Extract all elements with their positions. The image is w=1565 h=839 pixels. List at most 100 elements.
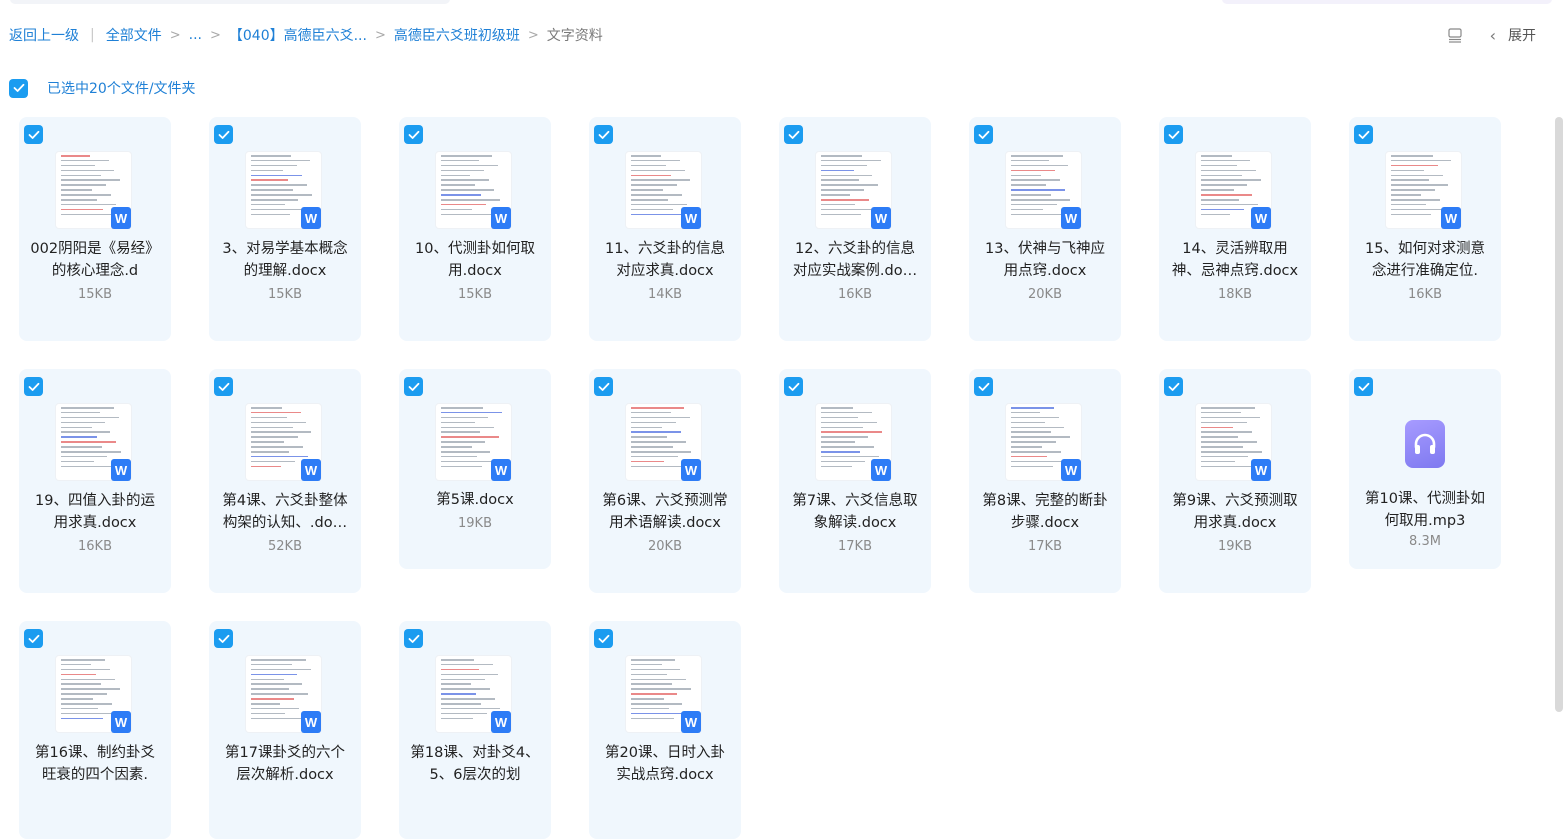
- file-card[interactable]: W 第16课、制约卦爻旺衰的四个因素.: [19, 621, 171, 839]
- file-checkbox[interactable]: [1354, 377, 1373, 396]
- word-doc-icon: W: [301, 711, 321, 733]
- breadcrumb-level1[interactable]: 【040】高德臣六爻...: [229, 25, 367, 45]
- check-icon: [28, 382, 39, 391]
- file-checkbox[interactable]: [594, 629, 613, 648]
- file-checkbox[interactable]: [974, 377, 993, 396]
- file-card[interactable]: W 10、代测卦如何取用.docx 15KB: [399, 117, 551, 341]
- expand-button[interactable]: 展开: [1508, 25, 1536, 45]
- back-link[interactable]: 返回上一级: [9, 25, 79, 45]
- view-toolbar: ‹ 展开: [1446, 24, 1536, 46]
- check-icon: [1358, 130, 1369, 139]
- file-checkbox[interactable]: [1164, 125, 1183, 144]
- file-checkbox[interactable]: [24, 125, 43, 144]
- file-card[interactable]: W 12、六爻卦的信息对应实战案例.do… 16KB: [779, 117, 931, 341]
- file-name: 第16课、制约卦爻旺衰的四个因素.: [35, 745, 155, 783]
- word-doc-icon: W: [681, 459, 701, 481]
- file-card[interactable]: W 14、灵活辨取用神、忌神点窍.docx 18KB: [1159, 117, 1311, 341]
- file-name: 19、四值入卦的运用求真.docx: [35, 493, 155, 531]
- check-icon: [1168, 130, 1179, 139]
- file-name: 第20课、日时入卦实战点窍.docx: [605, 745, 725, 783]
- file-card[interactable]: W 第18课、对卦爻4、5、6层次的划: [399, 621, 551, 839]
- file-card[interactable]: W 11、六爻卦的信息对应求真.docx 14KB: [589, 117, 741, 341]
- file-size: 52KB: [268, 539, 302, 554]
- file-card[interactable]: W 第17课卦爻的六个层次解析.docx: [209, 621, 361, 839]
- file-checkbox[interactable]: [594, 377, 613, 396]
- breadcrumb-divider: |: [90, 27, 95, 43]
- file-card[interactable]: W 第9课、六爻预测取用求真.docx 19KB: [1159, 369, 1311, 593]
- file-checkbox[interactable]: [1354, 125, 1373, 144]
- word-doc-icon: W: [111, 207, 131, 229]
- word-doc-icon: W: [491, 711, 511, 733]
- select-all-bar: 已选中20个文件/文件夹: [9, 78, 196, 98]
- file-name: 第10课、代测卦如何取用.mp3: [1365, 491, 1485, 529]
- file-card[interactable]: W 15、如何对求测意念进行准确定位. 16KB: [1349, 117, 1501, 341]
- check-icon: [598, 130, 609, 139]
- file-checkbox[interactable]: [974, 125, 993, 144]
- file-size: 17KB: [838, 539, 872, 554]
- file-card[interactable]: W 第6课、六爻预测常用术语解读.docx 20KB: [589, 369, 741, 593]
- file-card[interactable]: 第10课、代测卦如何取用.mp3 8.3M: [1349, 369, 1501, 569]
- word-doc-icon: W: [1251, 459, 1271, 481]
- word-doc-icon: W: [871, 459, 891, 481]
- selection-count-label: 已选中20个文件/文件夹: [47, 81, 196, 97]
- check-icon: [1358, 382, 1369, 391]
- breadcrumb: 返回上一级 | 全部文件 > ... > 【040】高德臣六爻... > 高德臣…: [9, 25, 603, 45]
- scrollbar[interactable]: [1555, 117, 1563, 712]
- file-card[interactable]: W 第8课、完整的断卦步骤.docx 17KB: [969, 369, 1121, 593]
- file-size: 16KB: [1408, 287, 1442, 302]
- file-card[interactable]: W 第5课.docx 19KB: [399, 369, 551, 569]
- file-checkbox[interactable]: [1164, 377, 1183, 396]
- file-checkbox[interactable]: [214, 125, 233, 144]
- word-doc-icon: W: [681, 711, 701, 733]
- check-icon: [788, 130, 799, 139]
- file-checkbox[interactable]: [594, 125, 613, 144]
- word-doc-icon: W: [1061, 459, 1081, 481]
- file-card[interactable]: W 第20课、日时入卦实战点窍.docx: [589, 621, 741, 839]
- file-size: 18KB: [1218, 287, 1252, 302]
- chevron-left-icon[interactable]: ‹: [1490, 26, 1496, 45]
- file-checkbox[interactable]: [404, 629, 423, 648]
- check-icon: [598, 634, 609, 643]
- file-name: 15、如何对求测意念进行准确定位.: [1365, 241, 1485, 279]
- file-name: 002阴阳是《易经》的核心理念.d: [30, 241, 160, 279]
- file-name: 13、伏神与飞神应用点窍.docx: [985, 241, 1105, 279]
- select-all-checkbox[interactable]: [9, 78, 28, 98]
- file-name: 第9课、六爻预测取用求真.docx: [1172, 493, 1298, 531]
- word-doc-icon: W: [491, 207, 511, 229]
- file-card[interactable]: W 13、伏神与飞神应用点窍.docx 20KB: [969, 117, 1121, 341]
- file-checkbox[interactable]: [24, 377, 43, 396]
- word-doc-icon: W: [1441, 207, 1461, 229]
- file-checkbox[interactable]: [404, 125, 423, 144]
- file-checkbox[interactable]: [214, 629, 233, 648]
- file-name: 第6课、六爻预测常用术语解读.docx: [602, 493, 728, 531]
- word-doc-icon: W: [301, 207, 321, 229]
- file-checkbox[interactable]: [784, 125, 803, 144]
- file-card[interactable]: W 第7课、六爻信息取象解读.docx 17KB: [779, 369, 931, 593]
- file-checkbox[interactable]: [24, 629, 43, 648]
- word-doc-icon: W: [491, 459, 511, 481]
- file-checkbox[interactable]: [404, 377, 423, 396]
- file-card[interactable]: W 19、四值入卦的运用求真.docx 16KB: [19, 369, 171, 593]
- list-layout-icon[interactable]: [1446, 26, 1464, 44]
- file-card[interactable]: W 第4课、六爻卦整体构架的认知、.do… 52KB: [209, 369, 361, 593]
- check-icon: [408, 382, 419, 391]
- file-checkbox[interactable]: [784, 377, 803, 396]
- file-card[interactable]: W 3、对易学基本概念的理解.docx 15KB: [209, 117, 361, 341]
- top-panel-edge-right: [1222, 0, 1552, 4]
- check-icon: [408, 130, 419, 139]
- check-icon: [28, 634, 39, 643]
- breadcrumb-ellipsis[interactable]: ...: [189, 27, 202, 43]
- breadcrumb-all-files[interactable]: 全部文件: [106, 25, 162, 45]
- file-size: 20KB: [1028, 287, 1062, 302]
- file-card[interactable]: W 002阴阳是《易经》的核心理念.d 15KB: [19, 117, 171, 341]
- breadcrumb-separator-icon: >: [527, 27, 539, 43]
- file-size: 15KB: [268, 287, 302, 302]
- word-doc-icon: W: [301, 459, 321, 481]
- file-size: 20KB: [648, 539, 682, 554]
- breadcrumb-separator-icon: >: [209, 27, 221, 43]
- breadcrumb-level2[interactable]: 高德臣六爻班初级班: [394, 25, 520, 45]
- check-icon: [978, 382, 989, 391]
- top-panel-edge: [10, 0, 450, 4]
- file-name: 11、六爻卦的信息对应求真.docx: [605, 241, 725, 279]
- file-checkbox[interactable]: [214, 377, 233, 396]
